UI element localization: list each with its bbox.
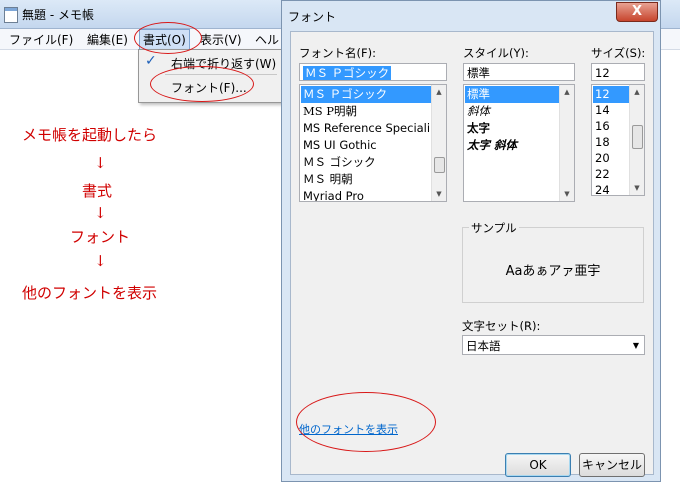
style-listbox[interactable]: 標準 斜体 太字 太字 斜体 ▲ ▼ <box>463 84 575 202</box>
list-item[interactable]: 22 <box>593 166 610 183</box>
font-dialog-title: フォント <box>288 10 337 24</box>
style-list-scrollbar[interactable]: ▲ ▼ <box>559 85 574 201</box>
annotation-circle-more-fonts <box>296 392 436 452</box>
list-item[interactable]: 太字 斜体 <box>465 137 517 154</box>
cancel-button[interactable]: キャンセル <box>579 453 645 477</box>
list-item[interactable]: Myriad Pro <box>301 188 364 201</box>
list-item[interactable]: 12 <box>593 86 631 103</box>
annotation-step-2: 書式 <box>82 182 113 200</box>
size-input[interactable]: 12 <box>591 63 645 81</box>
menu-help[interactable]: ヘル <box>252 31 282 48</box>
scroll-up-icon[interactable]: ▲ <box>560 85 574 99</box>
notepad-app-icon <box>4 7 18 23</box>
charset-value: 日本語 <box>466 339 501 353</box>
annotation-step-3: フォント <box>70 228 131 246</box>
annotation-arrow-3: ↓ <box>94 252 107 270</box>
list-item[interactable]: MS UI Gothic <box>301 137 377 154</box>
list-item[interactable]: 18 <box>593 134 610 151</box>
scroll-up-icon[interactable]: ▲ <box>432 85 446 99</box>
list-item[interactable]: MS P明朝 <box>301 103 357 120</box>
list-item[interactable]: 太字 <box>465 120 490 137</box>
list-item[interactable]: ＭＳ 明朝 <box>301 171 353 188</box>
font-list-scrollbar[interactable]: ▲ ▼ <box>431 85 446 201</box>
annotation-arrow-1: ↓ <box>94 154 107 172</box>
sample-groupbox: サンプル Aaあぁアァ亜宇 <box>462 220 644 303</box>
list-item[interactable]: 24 <box>593 182 610 195</box>
scroll-down-icon[interactable]: ▼ <box>560 187 574 201</box>
annotation-step-1: メモ帳を起動したら <box>22 126 158 144</box>
charset-select[interactable]: 日本語 ▼ <box>462 335 645 355</box>
style-label: スタイル(Y): <box>463 46 529 60</box>
checkmark-icon: ✓ <box>145 53 157 69</box>
chevron-down-icon: ▼ <box>632 341 639 350</box>
list-item[interactable]: ＭＳ ゴシック <box>301 154 376 171</box>
font-name-value: ＭＳ Ｐゴシック <box>303 66 392 80</box>
annotation-circle-format <box>134 22 202 54</box>
font-name-input[interactable]: ＭＳ Ｐゴシック <box>299 63 447 81</box>
size-label: サイズ(S): <box>591 46 646 60</box>
sample-preview-text: Aaあぁアァ亜宇 <box>505 264 601 279</box>
font-name-label: フォント名(F): <box>299 46 376 60</box>
close-icon[interactable]: X <box>616 2 658 22</box>
scroll-thumb[interactable] <box>632 125 643 149</box>
annotation-arrow-2: ↓ <box>94 204 107 222</box>
sample-label: サンプル <box>469 220 519 236</box>
ok-button[interactable]: OK <box>505 453 571 477</box>
menu-file[interactable]: ファイル(F) <box>6 31 76 48</box>
scroll-down-icon[interactable]: ▼ <box>630 181 644 195</box>
list-item[interactable]: 20 <box>593 150 610 167</box>
scroll-thumb[interactable] <box>434 157 445 173</box>
size-listbox[interactable]: 12 14 16 18 20 22 24 ▲ ▼ <box>591 84 645 196</box>
scroll-up-icon[interactable]: ▲ <box>630 85 644 99</box>
annotation-circle-font <box>150 66 254 102</box>
notepad-window-title: 無題 - メモ帳 <box>22 8 94 22</box>
scroll-down-icon[interactable]: ▼ <box>432 187 446 201</box>
charset-label: 文字セット(R): <box>462 319 541 333</box>
menu-view[interactable]: 表示(V) <box>197 31 245 48</box>
list-item[interactable]: ＭＳ Ｐゴシック <box>301 86 432 103</box>
style-input[interactable]: 標準 <box>463 63 575 81</box>
list-item[interactable]: MS Reference Speciali <box>301 120 430 137</box>
font-name-listbox[interactable]: ＭＳ Ｐゴシック MS P明朝 MS Reference Speciali MS… <box>299 84 447 202</box>
menu-edit[interactable]: 編集(E) <box>84 31 131 48</box>
list-item[interactable]: 16 <box>593 118 610 135</box>
list-item[interactable]: 14 <box>593 102 610 119</box>
list-item[interactable]: 斜体 <box>465 103 490 120</box>
size-list-scrollbar[interactable]: ▲ ▼ <box>629 85 644 195</box>
annotation-step-4: 他のフォントを表示 <box>22 284 158 302</box>
list-item[interactable]: 標準 <box>465 86 561 103</box>
